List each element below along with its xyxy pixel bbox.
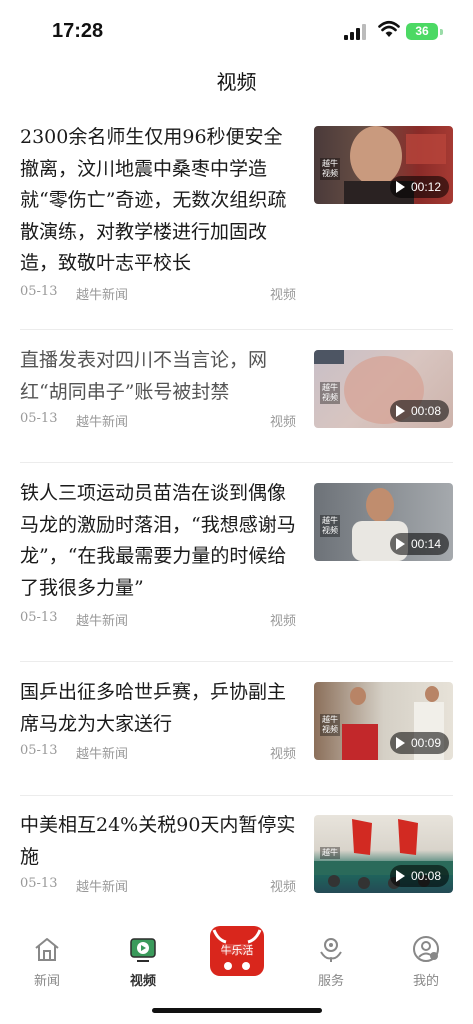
video-thumbnail[interactable]: 越牛 视频 00:12 xyxy=(314,126,453,204)
duration-text: 00:08 xyxy=(410,404,441,418)
play-icon xyxy=(395,538,405,550)
status-bar: 17:28 36 xyxy=(0,0,473,60)
thumbnail-watermark: 越牛 视频 xyxy=(320,714,340,736)
divider xyxy=(20,795,453,796)
news-title: 直播发表对四川不当言论，网红“胡同串子”账号被封禁 xyxy=(20,349,268,403)
divider xyxy=(20,329,453,330)
video-thumbnail[interactable]: 越牛 视频 00:08 xyxy=(314,350,453,428)
news-source: 越牛新闻 xyxy=(76,880,129,895)
news-type: 视频 xyxy=(269,880,296,895)
divider xyxy=(20,661,453,662)
home-icon xyxy=(35,938,59,961)
tab-news[interactable]: 新闻 xyxy=(17,934,77,989)
news-title: 中美相互24%关税90天内暂停实施 xyxy=(20,814,296,868)
battery-tip xyxy=(440,29,443,35)
duration-text: 00:12 xyxy=(410,180,441,194)
tab-video[interactable]: 视频 xyxy=(113,934,173,989)
news-source: 越牛新闻 xyxy=(76,747,129,762)
tab-label: 新闻 xyxy=(33,974,60,989)
wifi-icon xyxy=(378,20,400,37)
video-duration: 00:08 xyxy=(389,400,449,422)
tab-label: 我的 xyxy=(412,974,439,989)
news-date: 05-13 xyxy=(20,743,58,758)
bottom-tab-bar: 新闻 视频 牛乐活 服务 我的 xyxy=(0,926,473,996)
thumbnail-watermark: 越牛 视频 xyxy=(320,515,340,537)
news-type: 视频 xyxy=(269,614,296,629)
service-icon xyxy=(320,938,342,962)
tab-profile[interactable]: 我的 xyxy=(396,934,456,989)
duration-text: 00:08 xyxy=(410,869,441,883)
video-thumbnail[interactable]: 越牛 视频 00:09 xyxy=(314,682,453,760)
play-icon xyxy=(395,405,405,417)
cellular-signal-icon xyxy=(344,24,370,40)
tab-label: 服务 xyxy=(317,974,344,989)
video-thumbnail[interactable]: 越牛 00:08 xyxy=(314,815,453,893)
page-title: 视频 xyxy=(216,70,257,94)
news-title: 2300余名师生仅用96秒便安全撤离，汶川地震中桑枣中学造就“零伤亡”奇迹，无数… xyxy=(20,126,287,274)
news-source: 越牛新闻 xyxy=(76,288,129,303)
svg-text:牛乐活: 牛乐活 xyxy=(221,943,254,957)
home-indicator[interactable] xyxy=(152,1008,322,1013)
play-icon xyxy=(395,181,405,193)
thumbnail-watermark: 越牛 视频 xyxy=(320,382,340,404)
video-thumbnail[interactable]: 越牛 视频 00:14 xyxy=(314,483,453,561)
news-date: 05-13 xyxy=(20,876,58,891)
news-type: 视频 xyxy=(269,747,296,762)
duration-text: 00:09 xyxy=(410,736,441,750)
news-date: 05-13 xyxy=(20,284,58,299)
divider xyxy=(20,462,453,463)
video-duration: 00:14 xyxy=(389,533,449,555)
news-source: 越牛新闻 xyxy=(76,614,129,629)
news-date: 05-13 xyxy=(20,610,58,625)
tab-service[interactable]: 服务 xyxy=(301,934,361,989)
video-duration: 00:09 xyxy=(389,732,449,754)
thumbnail-watermark: 越牛 xyxy=(320,847,340,859)
news-title: 国乒出征多哈世乒赛，乒协副主席马龙为大家送行 xyxy=(20,681,287,735)
news-date: 05-13 xyxy=(20,411,58,426)
niu-logo-icon: 牛乐活 xyxy=(212,929,262,970)
play-icon xyxy=(395,870,405,882)
video-duration: 00:08 xyxy=(389,865,449,887)
thumbnail-watermark: 越牛 视频 xyxy=(320,158,340,180)
play-icon xyxy=(395,737,405,749)
status-time: 17:28 xyxy=(52,20,104,42)
news-type: 视频 xyxy=(269,415,296,430)
tab-label: 视频 xyxy=(129,974,156,989)
duration-text: 00:14 xyxy=(410,537,441,551)
tv-icon xyxy=(130,938,156,962)
profile-icon xyxy=(413,936,439,962)
niu-logo-button[interactable]: 牛乐活 xyxy=(210,926,264,976)
video-duration: 00:12 xyxy=(389,176,449,198)
news-title: 铁人三项运动员苗浩在谈到偶像马龙的激励时落泪，“我想感谢马龙”，“在我最需要力量… xyxy=(20,482,296,599)
news-type: 视频 xyxy=(269,288,296,303)
battery-icon: 36 xyxy=(406,23,438,40)
news-source: 越牛新闻 xyxy=(76,415,129,430)
